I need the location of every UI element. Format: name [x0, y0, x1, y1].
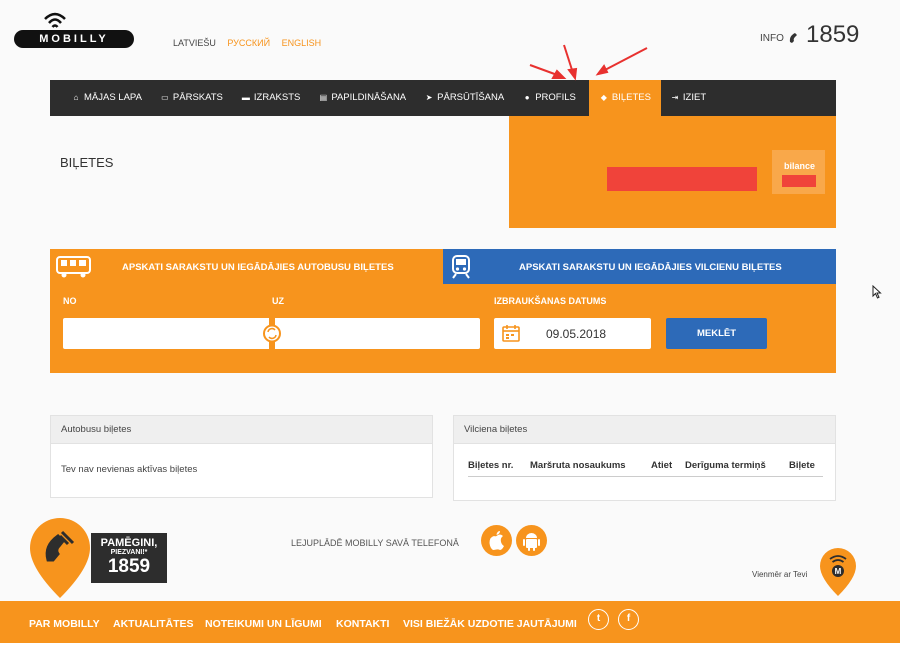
nav-label: MĀJAS LAPA [84, 92, 142, 103]
promo-line1: PAMĒGINI, [100, 537, 158, 549]
footer-link-terms[interactable]: NOTEIKUMI UN LĪGUMI [205, 618, 322, 630]
logout-icon: ⇥ [671, 93, 679, 102]
nav-statement[interactable]: ▬ IZRAKSTS [232, 80, 309, 116]
bus-tab-label: APSKATI SARAKSTU UN IEGĀDĀJIES AUTOBUSU … [122, 262, 394, 273]
user-icon: ● [524, 93, 530, 102]
phone-icon [789, 33, 797, 43]
slogan: Vienmēr ar Tevi [752, 570, 808, 579]
nav-label: PĀRSKATS [172, 92, 223, 103]
send-icon: ➤ [425, 93, 433, 102]
nav-label: IZIET [682, 92, 707, 103]
facebook-icon[interactable]: f [618, 609, 639, 630]
column-header: Derīguma termiņš [685, 460, 766, 471]
footer-bottom-strip [0, 643, 900, 650]
monitor-icon: ▭ [161, 93, 169, 102]
home-icon: ⌂ [73, 93, 79, 102]
promo-number: 1859 [107, 556, 151, 577]
swap-direction-icon[interactable] [262, 318, 282, 349]
calendar-icon[interactable] [502, 324, 520, 342]
footer-link-about[interactable]: PAR MOBILLY [29, 618, 100, 630]
lang-russian[interactable]: РУССКИЙ [227, 38, 270, 48]
nav-logout[interactable]: ⇥ IZIET [661, 80, 715, 116]
to-label: UZ [272, 296, 284, 306]
card-icon: ▤ [319, 93, 328, 102]
mobilly-pin-icon: M [820, 548, 856, 596]
nav-profile[interactable]: ● PROFILS [513, 80, 585, 116]
nav-label: PĀRSŪTĪŠANA [437, 92, 505, 103]
logo-text: MOBILLY [14, 30, 134, 48]
column-header: Atiet [651, 460, 673, 471]
annotation-arrows [529, 44, 648, 81]
bus-tickets-card: Autobusu biļetes Tev nav nevienas aktīva… [50, 415, 433, 498]
table-header: Biļetes nr. Maršruta nosaukums Atiet Der… [468, 460, 823, 477]
nav-label: PAPILDINĀŠANA [331, 92, 407, 103]
nav-tickets[interactable]: ◆ BIĻETES [588, 80, 661, 116]
language-switcher: LATVIEŠU РУССКИЙ ENGLISH [173, 38, 330, 48]
search-button[interactable]: MEKLĒT [666, 318, 767, 349]
card-title: Autobusu biļetes [51, 416, 432, 444]
phone-number[interactable]: 1859 [806, 21, 859, 49]
main-nav: ⌂ MĀJAS LAPA ▭ PĀRSKATS ▬ IZRAKSTS ▤ PAPILDI… [50, 80, 836, 116]
promo-line2: PIEZVANI!* [110, 549, 148, 556]
folder-icon: ▬ [241, 93, 250, 102]
bus-icon [56, 256, 91, 278]
download-app-text: LEJUPLĀDĒ MOBILLY SAVĀ TELEFONĀ [291, 538, 459, 548]
nav-label: PROFILS [535, 92, 576, 103]
date-value: 09.05.2018 [546, 327, 607, 341]
column-header: Biļete [789, 460, 815, 471]
svg-text:M: M [835, 567, 842, 576]
nav-transfer[interactable]: ➤ PĀRSŪTĪŠANA [415, 80, 513, 116]
from-label: NO [63, 296, 77, 306]
nav-label: IZRAKSTS [253, 92, 301, 103]
balance-box [772, 150, 825, 194]
twitter-icon[interactable]: t [588, 609, 609, 630]
column-header: Biļetes nr. [468, 460, 514, 471]
info-label: INFO [760, 33, 784, 44]
balance-label: bilance [784, 161, 816, 171]
redacted-field [607, 167, 757, 191]
google-play-button[interactable] [516, 525, 547, 556]
empty-message: Tev nav nevienas aktīvas biļetes [61, 464, 198, 475]
footer-link-contacts[interactable]: KONTAKTI [336, 618, 389, 630]
card-title: Vilciena biļetes [454, 416, 835, 444]
apple-icon [489, 531, 504, 550]
train-icon [452, 255, 470, 279]
nav-topup[interactable]: ▤ PAPILDINĀŠANA [309, 80, 415, 116]
android-icon [523, 533, 540, 551]
page-title: BIĻETES [60, 155, 114, 170]
ticket-icon: ◆ [600, 93, 607, 102]
wifi-logo-icon [44, 12, 66, 28]
footer-link-faq[interactable]: VISI BIEŽĀK UZDOTIE JAUTĀJUMI [403, 618, 577, 630]
column-header: Maršruta nosaukums [530, 460, 626, 471]
nav-overview[interactable]: ▭ PĀRSKATS [151, 80, 232, 116]
train-tab-label: APSKATI SARAKSTU UN IEGĀDĀJIES VILCIENU … [519, 262, 782, 273]
app-store-button[interactable] [481, 525, 512, 556]
nav-label: BIĻETES [611, 92, 651, 103]
train-tickets-card: Vilciena biļetes Biļetes nr. Maršruta no… [453, 415, 836, 501]
date-label: IZBRAUKŠANAS DATUMS [494, 296, 607, 306]
redacted-balance [782, 175, 816, 187]
lang-english[interactable]: ENGLISH [282, 38, 322, 48]
nav-home[interactable]: ⌂ MĀJAS LAPA [62, 80, 151, 116]
lang-latvian[interactable]: LATVIEŠU [173, 38, 216, 48]
phone-pin-icon [30, 518, 90, 598]
mouse-cursor-icon [872, 285, 882, 299]
footer-link-news[interactable]: AKTUALITĀTES [113, 618, 194, 630]
call-promo[interactable]: PAMĒGINI, PIEZVANI!* 1859 [91, 533, 167, 583]
mobilly-logo[interactable]: MOBILLY [14, 10, 134, 48]
